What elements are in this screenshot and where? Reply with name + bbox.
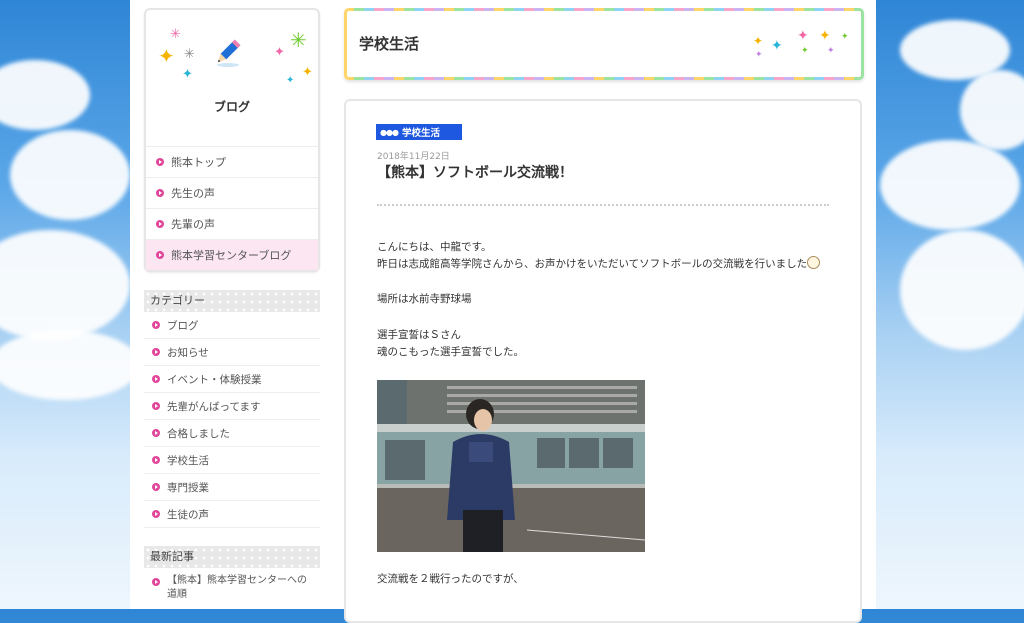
place-text: 場所は水前寺野球場 xyxy=(377,293,472,305)
sparkle-icon: ✦ xyxy=(801,46,809,56)
nav-label: 熊本学習センターブログ xyxy=(171,249,292,262)
bullet-arrow-icon xyxy=(156,251,164,259)
greeting-text: こんにちは、中龍です。 xyxy=(377,241,492,253)
bullet-arrow-icon xyxy=(152,402,160,410)
blog-nav-box: ✳ ✦ ✳ ✦ ✦ ✳ ✦ ✦ ブログ 熊本トップ 先生の声 先輩の声 熊本学習… xyxy=(144,8,320,272)
category-label: 学校生活 xyxy=(167,454,209,467)
nav-center-blog[interactable]: 熊本学習センターブログ xyxy=(146,240,318,270)
people-icon: ●●● xyxy=(380,127,399,137)
sidebar: ✳ ✦ ✳ ✦ ✦ ✳ ✦ ✦ ブログ 熊本トップ 先生の声 先輩の声 熊本学習… xyxy=(144,8,320,602)
cloud xyxy=(0,330,140,400)
recent-heading: 最新記事 xyxy=(144,546,320,568)
bullet-arrow-icon xyxy=(152,578,160,586)
sparkle-icon: ✦ xyxy=(841,32,849,42)
cloud xyxy=(880,140,1020,230)
sparkle-icon: ✦ xyxy=(274,45,285,60)
category-heading: カテゴリー xyxy=(144,290,320,312)
sparkle-icon: ✦ xyxy=(753,34,764,48)
sparkle-icon: ✦ xyxy=(797,28,809,44)
cloud xyxy=(0,60,90,130)
sparkle-icon: ✦ xyxy=(827,46,835,56)
post-photo[interactable] xyxy=(377,380,645,552)
page-container: ✳ ✦ ✳ ✦ ✦ ✳ ✦ ✦ ブログ 熊本トップ 先生の声 先輩の声 熊本学習… xyxy=(130,0,876,623)
cloud xyxy=(960,70,1024,150)
sparkle-icon: ✦ xyxy=(158,44,175,68)
nav-teacher-voice[interactable]: 先生の声 xyxy=(146,178,318,209)
bullet-arrow-icon xyxy=(152,321,160,329)
category-label: イベント・体験授業 xyxy=(167,373,262,386)
softball-icon xyxy=(807,256,821,269)
category-label: 生徒の声 xyxy=(167,508,209,521)
page-title: 学校生活 xyxy=(359,35,420,53)
bullet-arrow-icon xyxy=(152,483,160,491)
bullet-arrow-icon xyxy=(152,348,160,356)
body-text: 昨日は志成館高等学院さんから、お声かけをいただいてソフトボールの交流戦を行いまし… xyxy=(377,258,808,270)
cloud xyxy=(900,230,1024,350)
bullet-arrow-icon xyxy=(152,429,160,437)
sparkle-icon: ✦ xyxy=(286,75,295,86)
bullet-arrow-icon xyxy=(156,220,164,228)
bullet-arrow-icon xyxy=(152,456,160,464)
recent-post-link[interactable]: 【熊本】熊本学習センターへの道順 xyxy=(144,568,320,602)
category-item[interactable]: 学校生活 xyxy=(144,447,320,474)
badge-label: 学校生活 xyxy=(401,128,440,139)
bullet-arrow-icon xyxy=(156,158,164,166)
post-title: 【熊本】ソフトボール交流戦！ xyxy=(377,165,573,181)
nav-kumamoto-top[interactable]: 熊本トップ xyxy=(146,147,318,178)
body-text: 選手宣誓はＳさん xyxy=(377,329,461,341)
category-label: お知らせ xyxy=(167,346,209,359)
post-paragraph: 選手宣誓はＳさん 魂のこもった選手宣誓でした。 xyxy=(377,327,524,361)
category-item[interactable]: 合格しました xyxy=(144,420,320,447)
post-paragraph: こんにちは、中龍です。 昨日は志成館高等学院さんから、お声かけをいただいてソフト… xyxy=(377,239,821,273)
pencil-icon xyxy=(217,39,241,67)
page-header: 学校生活 ✦ ✦ ✦ ✦ ✦ ✦ ✦ ✦ xyxy=(344,8,864,80)
cloud xyxy=(0,230,130,340)
category-item[interactable]: ブログ xyxy=(144,312,320,339)
sparkle-icon: ✦ xyxy=(755,50,763,60)
nav-label: 熊本トップ xyxy=(171,156,226,169)
sparkle-icon: ✦ xyxy=(819,28,831,44)
blog-title: ブログ xyxy=(213,100,250,114)
category-item[interactable]: イベント・体験授業 xyxy=(144,366,320,393)
blog-logo[interactable]: ✳ ✦ ✳ ✦ ✦ ✳ ✦ ✦ ブログ xyxy=(146,10,318,147)
recent-post-label: 【熊本】熊本学習センターへの道順 xyxy=(167,575,307,600)
blog-post: ●●● 学校生活 2018年11月22日 【熊本】ソフトボール交流戦！ こんにち… xyxy=(344,99,862,623)
category-badge[interactable]: ●●● 学校生活 xyxy=(376,124,462,140)
sparkle-icon: ✦ xyxy=(771,38,783,54)
bullet-arrow-icon xyxy=(152,510,160,518)
category-item[interactable]: 生徒の声 xyxy=(144,501,320,528)
post-date: 2018年11月22日 xyxy=(377,152,450,162)
body-text: 交流戦を２戦行ったのですが、 xyxy=(377,573,524,585)
category-item[interactable]: お知らせ xyxy=(144,339,320,366)
sparkle-icon: ✦ xyxy=(182,67,193,82)
nav-senior-voice[interactable]: 先輩の声 xyxy=(146,209,318,240)
category-label: ブログ xyxy=(167,319,199,332)
body-text: 魂のこもった選手宣誓でした。 xyxy=(377,346,524,358)
divider xyxy=(377,204,829,206)
cloud xyxy=(10,130,130,220)
sparkle-icon: ✦ xyxy=(302,65,313,80)
bullet-arrow-icon xyxy=(152,375,160,383)
category-item[interactable]: 先輩がんばってます xyxy=(144,393,320,420)
photo-illustration xyxy=(377,380,645,552)
sparkle-icon: ✳ xyxy=(170,27,181,42)
nav-label: 先輩の声 xyxy=(171,218,215,231)
bullet-arrow-icon xyxy=(156,189,164,197)
body-line: 昨日は志成館高等学院さんから、お声かけをいただいてソフトボールの交流戦を行いまし… xyxy=(377,256,821,273)
sparkle-icon: ✳ xyxy=(290,28,307,52)
category-label: 先輩がんばってます xyxy=(167,400,261,413)
category-label: 合格しました xyxy=(167,427,230,440)
category-item[interactable]: 専門授業 xyxy=(144,474,320,501)
category-label: 専門授業 xyxy=(167,481,209,494)
nav-label: 先生の声 xyxy=(171,187,215,200)
sparkle-icon: ✳ xyxy=(184,47,195,62)
